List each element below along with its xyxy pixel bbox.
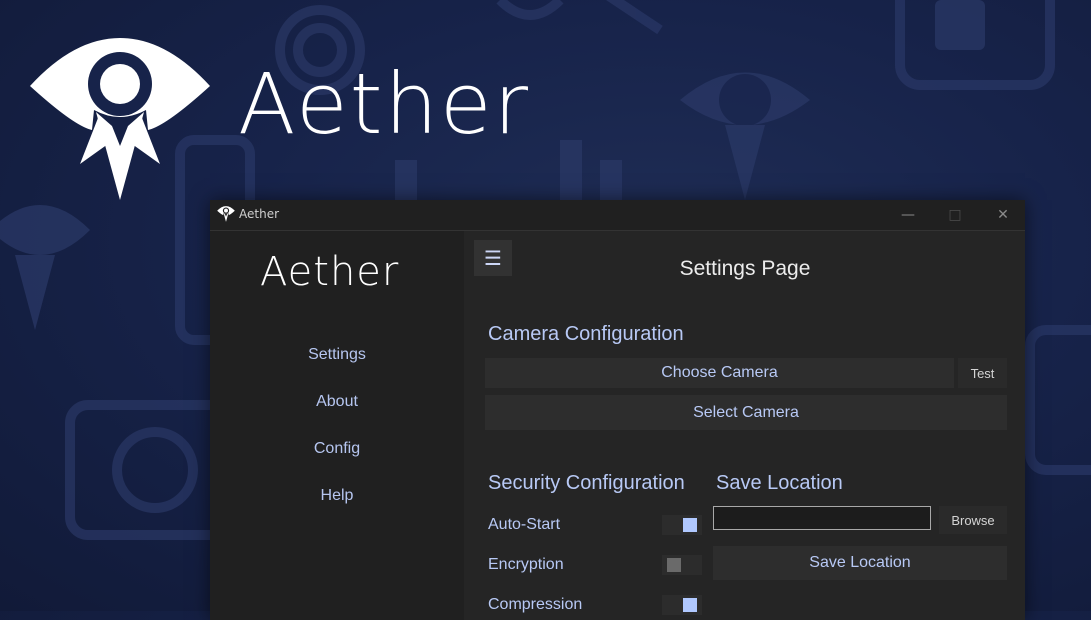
select-camera-button[interactable]: Select Camera [485,395,1007,430]
hero-title: Aether [238,55,531,153]
compression-toggle[interactable] [662,595,702,615]
aether-logo-icon [30,38,210,200]
browse-button[interactable]: Browse [939,506,1007,534]
app-window: Aether — □ ✕ Aether Settings About Confi… [210,200,1025,620]
hamburger-menu-icon[interactable]: ☰ [474,240,512,276]
sidebar-logo: Aether [260,249,400,295]
sidebar-item-about[interactable]: About [210,393,464,411]
title-bar: Aether — □ ✕ [210,200,1025,231]
encryption-label: Encryption [488,556,564,573]
page-title: Settings Page [679,257,811,280]
close-icon[interactable]: ✕ [980,200,1026,230]
encryption-toggle[interactable] [662,555,702,575]
toggle-knob [683,598,697,612]
security-section-heading: Security Configuration [488,472,685,494]
save-section-heading: Save Location [716,472,843,494]
aether-logo-icon [217,206,235,222]
sidebar-item-settings[interactable]: Settings [210,346,464,364]
save-location-button[interactable]: Save Location [713,546,1007,580]
auto-start-toggle[interactable] [662,515,702,535]
sidebar-item-help[interactable]: Help [210,487,464,505]
toggle-knob [667,558,681,572]
choose-camera-dropdown[interactable]: Choose Camera [485,358,954,388]
sidebar: Aether Settings About Config Help [210,231,464,620]
maximize-icon[interactable]: □ [932,200,978,230]
test-camera-button[interactable]: Test [958,358,1007,388]
camera-section-heading: Camera Configuration [488,323,684,345]
minimize-icon[interactable]: — [885,200,931,230]
compression-label: Compression [488,596,583,613]
sidebar-item-config[interactable]: Config [210,440,464,458]
save-path-input[interactable] [713,506,931,530]
toggle-knob [683,518,697,532]
window-title: Aether [239,207,280,221]
auto-start-label: Auto-Start [488,516,561,533]
